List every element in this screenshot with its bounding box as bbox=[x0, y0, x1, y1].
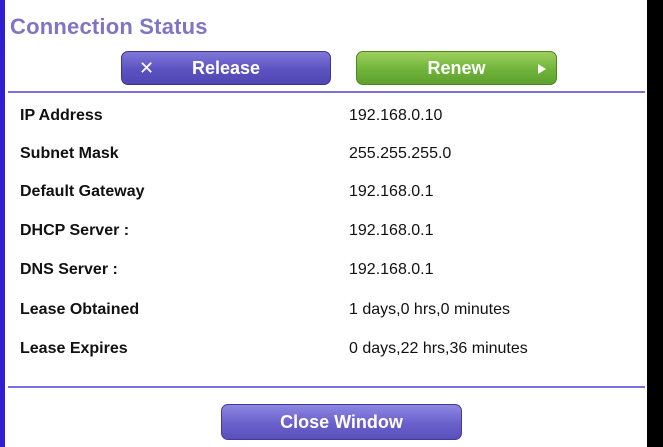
play-arrow-icon bbox=[538, 64, 546, 74]
left-border bbox=[0, 0, 5, 447]
ip-address-value: 192.168.0.10 bbox=[349, 107, 443, 124]
dns-server-label: DNS Server : bbox=[20, 261, 118, 278]
page-title: Connection Status bbox=[10, 14, 208, 39]
bottom-divider bbox=[8, 386, 645, 388]
close-window-button-label: Close Window bbox=[280, 411, 403, 432]
dhcp-server-label: DHCP Server : bbox=[20, 222, 130, 239]
subnet-mask-label: Subnet Mask bbox=[20, 145, 119, 162]
connection-status-window: Connection Status ✕ Release Renew IP Add… bbox=[0, 0, 663, 447]
release-button[interactable]: ✕ Release bbox=[121, 51, 331, 85]
lease-obtained-label: Lease Obtained bbox=[20, 301, 140, 318]
subnet-mask-value: 255.255.255.0 bbox=[349, 145, 452, 162]
right-border bbox=[647, 0, 663, 447]
renew-button-label: Renew bbox=[427, 57, 486, 78]
close-x-icon: ✕ bbox=[139, 58, 155, 79]
lease-expires-value: 0 days,22 hrs,36 minutes bbox=[349, 340, 528, 357]
right-border-inner bbox=[650, 0, 660, 447]
default-gateway-label: Default Gateway bbox=[20, 183, 145, 200]
lease-obtained-value: 1 days,0 hrs,0 minutes bbox=[349, 301, 510, 318]
ip-address-label: IP Address bbox=[20, 107, 103, 124]
default-gateway-value: 192.168.0.1 bbox=[349, 183, 434, 200]
release-button-label: Release bbox=[191, 57, 261, 78]
close-window-button[interactable]: Close Window bbox=[221, 404, 462, 440]
lease-expires-label: Lease Expires bbox=[20, 340, 128, 357]
dns-server-value: 192.168.0.1 bbox=[349, 261, 434, 278]
top-divider bbox=[8, 91, 645, 93]
renew-button[interactable]: Renew bbox=[356, 51, 557, 85]
dhcp-server-value: 192.168.0.1 bbox=[349, 222, 434, 239]
